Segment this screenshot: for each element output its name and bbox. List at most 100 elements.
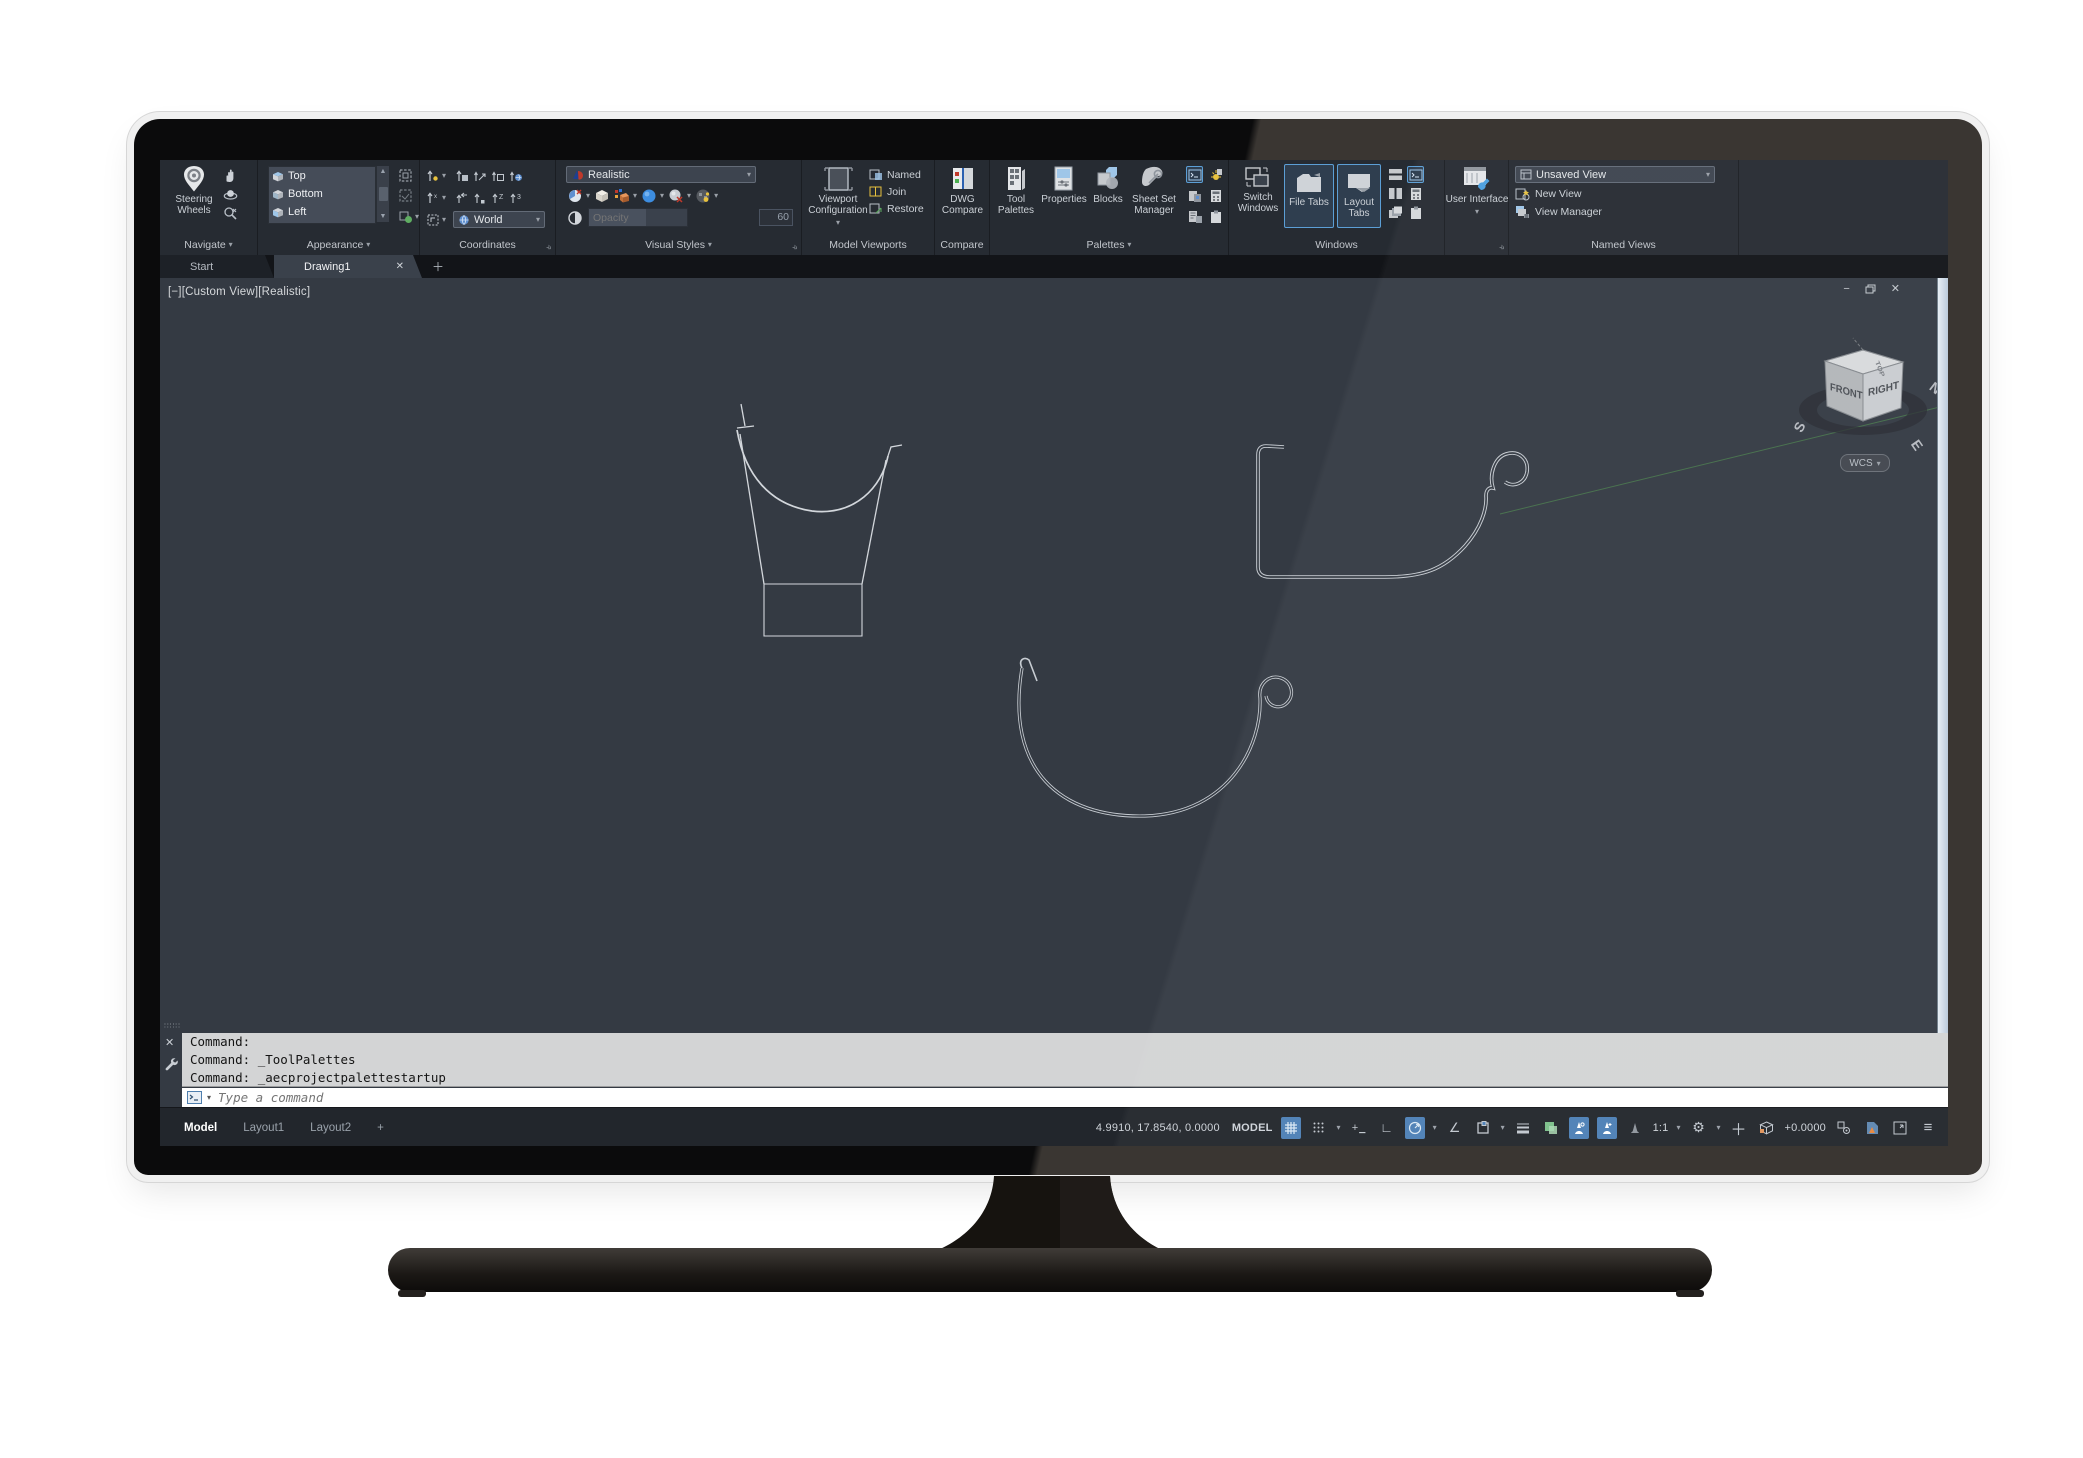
layout-tabs-toggle[interactable]: Layout Tabs (1337, 164, 1381, 228)
properties-button[interactable]: Properties (1040, 160, 1088, 205)
tab-start[interactable]: Start (160, 255, 274, 278)
list-scrollbar[interactable]: ▲▼ (376, 166, 389, 222)
materials-browser-icon[interactable] (1186, 187, 1203, 204)
tool-palettes-button[interactable]: Tool Palettes (994, 160, 1038, 216)
panel-expander-icon[interactable]: » (1497, 242, 1508, 253)
polar-tracking-toggle[interactable] (1405, 1117, 1425, 1139)
customization-menu-icon[interactable]: ≡ (1918, 1117, 1938, 1139)
close-tab-icon[interactable]: ✕ (396, 261, 404, 272)
panel-label-visual-styles[interactable]: Visual Styles ▾ (556, 239, 801, 253)
annotation-visibility-toggle[interactable] (1569, 1117, 1589, 1139)
tile-horizontally-icon[interactable] (1387, 166, 1404, 183)
list-item-top[interactable]: Top (269, 167, 375, 185)
panel-label-coordinates[interactable]: Coordinates (420, 239, 555, 253)
dwg-compare-button[interactable]: DWG Compare (935, 160, 990, 216)
panel-label-appearance[interactable]: Appearance ▾ (258, 239, 419, 253)
cascade-icon[interactable] (1387, 204, 1404, 221)
calculator-icon[interactable] (1207, 187, 1224, 204)
named-viewports-button[interactable]: Named (869, 168, 924, 181)
shadows-off-icon[interactable] (667, 187, 684, 204)
sheet-set-manager-button[interactable]: Sheet Set Manager (1128, 160, 1180, 216)
dynamic-input-toggle[interactable]: +_ (1349, 1117, 1369, 1139)
ucs-origin-icon[interactable] (471, 189, 488, 206)
viewport-unlock-icon[interactable] (397, 187, 414, 204)
grid-display-toggle[interactable] (1281, 1117, 1301, 1139)
model-space-indicator[interactable]: MODEL (1232, 1122, 1273, 1134)
switch-windows-button[interactable]: Switch Windows (1235, 160, 1281, 214)
opacity-toggle-icon[interactable] (566, 209, 583, 226)
viewcube-cube[interactable]: FRONT RIGHT TOP (1825, 338, 1903, 421)
edge-effects-icon[interactable] (397, 208, 414, 225)
join-viewports-button[interactable]: Join (869, 185, 924, 198)
command-line-toggle-icon[interactable] (1186, 166, 1203, 183)
visual-style-dropdown[interactable]: Realistic ▾ (566, 166, 756, 183)
command-history[interactable]: Command: Command: _ToolPalettes Command:… (182, 1033, 1948, 1087)
section-plane-icon[interactable] (566, 187, 583, 204)
panel-label-compare[interactable]: Compare (935, 239, 989, 253)
tab-layout2[interactable]: Layout2 (310, 1122, 351, 1134)
calculator-icon[interactable] (1407, 185, 1424, 202)
shaded-box-icon[interactable] (593, 187, 610, 204)
lighting-sphere-icon[interactable] (640, 187, 657, 204)
viewport-lock-icon[interactable] (397, 167, 414, 184)
annotation-scale-value[interactable]: 1:1 (1653, 1122, 1669, 1134)
clipboard-icon[interactable] (1207, 208, 1224, 225)
isometric-drafting-toggle[interactable]: ∠ (1445, 1117, 1465, 1139)
ucs-object-icon[interactable] (471, 167, 488, 184)
canvas-vertical-scrollbar[interactable] (1937, 278, 1948, 1033)
text-window-icon[interactable] (1407, 166, 1424, 183)
panel-label-navigate[interactable]: Navigate ▾ (160, 239, 257, 253)
ucs-face-icon[interactable] (489, 167, 506, 184)
graphics-performance-icon[interactable] (1862, 1117, 1882, 1139)
panel-label-model-viewports[interactable]: Model Viewports (802, 239, 934, 253)
ortho-mode-toggle[interactable]: ∟ (1377, 1117, 1397, 1139)
pan-icon[interactable] (222, 167, 239, 184)
chevron-down-icon[interactable]: ▾ (1337, 1123, 1341, 1132)
annotation-scale-icon[interactable] (1625, 1117, 1645, 1139)
panel-label-named-views[interactable]: Named Views (1509, 239, 1738, 253)
ucs-3point-icon[interactable]: 3 (507, 189, 524, 206)
command-input-row[interactable]: ▾ (182, 1088, 1948, 1107)
ucs-x-icon[interactable]: x (424, 189, 441, 206)
tab-drawing1[interactable]: Drawing1 ✕ (274, 255, 422, 278)
transparency-toggle[interactable] (1541, 1117, 1561, 1139)
panel-label-windows[interactable]: Windows (1229, 239, 1444, 253)
chevron-down-icon[interactable]: ▾ (1501, 1123, 1505, 1132)
named-view-dropdown[interactable]: Unsaved View ▾ (1515, 166, 1715, 183)
sun-properties-icon[interactable] (1207, 166, 1224, 183)
workspace-switching-icon[interactable]: ⚙ (1689, 1117, 1709, 1139)
user-interface-button[interactable]: User Interface ▾ (1445, 160, 1509, 217)
command-panel-close-icon[interactable]: ✕ (165, 1036, 174, 1049)
file-tabs-toggle[interactable]: File Tabs (1284, 164, 1334, 228)
command-input[interactable] (216, 1089, 1948, 1106)
textures-icon[interactable] (613, 187, 630, 204)
snap-mode-toggle[interactable] (1309, 1117, 1329, 1139)
command-panel-wrench-icon[interactable] (163, 1056, 178, 1071)
clipboard-icon[interactable] (1407, 204, 1424, 221)
list-item-bottom[interactable]: Bottom (269, 185, 375, 203)
drawing-canvas[interactable]: [−][Custom View][Realistic] − ✕ (160, 278, 1948, 1033)
chevron-down-icon[interactable]: ▾ (1677, 1123, 1681, 1132)
ucs-z-axis-icon[interactable]: Z (489, 189, 506, 206)
ucs-select-dropdown[interactable]: World ▾ (453, 211, 545, 228)
list-item-left[interactable]: Left (269, 203, 375, 221)
new-view-button[interactable]: New View (1515, 187, 1738, 201)
units-cube-icon[interactable] (1757, 1117, 1777, 1139)
chevron-down-icon[interactable]: ▾ (207, 1093, 211, 1102)
materials-icon[interactable] (694, 187, 711, 204)
isolate-objects-icon[interactable] (1834, 1117, 1854, 1139)
tab-model[interactable]: Model (184, 1122, 217, 1134)
clean-screen-icon[interactable] (1890, 1117, 1910, 1139)
ucs-named-icon[interactable] (453, 167, 470, 184)
command-panel-grip[interactable]: ∶∶∶∶∶∶∶∶∶∶∶∶ (164, 1022, 180, 1029)
object-snap-toggle[interactable] (1473, 1117, 1493, 1139)
view-direction-list[interactable]: Top Bottom Left (268, 166, 376, 224)
zoom-extents-icon[interactable] (222, 205, 239, 222)
annotation-monitor-icon[interactable]: ＋ (1729, 1117, 1749, 1139)
restore-viewports-button[interactable]: Restore (869, 202, 924, 215)
new-drawing-tab-button[interactable]: ＋ (432, 258, 444, 275)
markup-import-icon[interactable] (1186, 208, 1203, 225)
chevron-down-icon[interactable]: ▾ (1433, 1123, 1437, 1132)
annotation-autoscale-toggle[interactable] (1597, 1117, 1617, 1139)
lineweight-toggle[interactable] (1513, 1117, 1533, 1139)
